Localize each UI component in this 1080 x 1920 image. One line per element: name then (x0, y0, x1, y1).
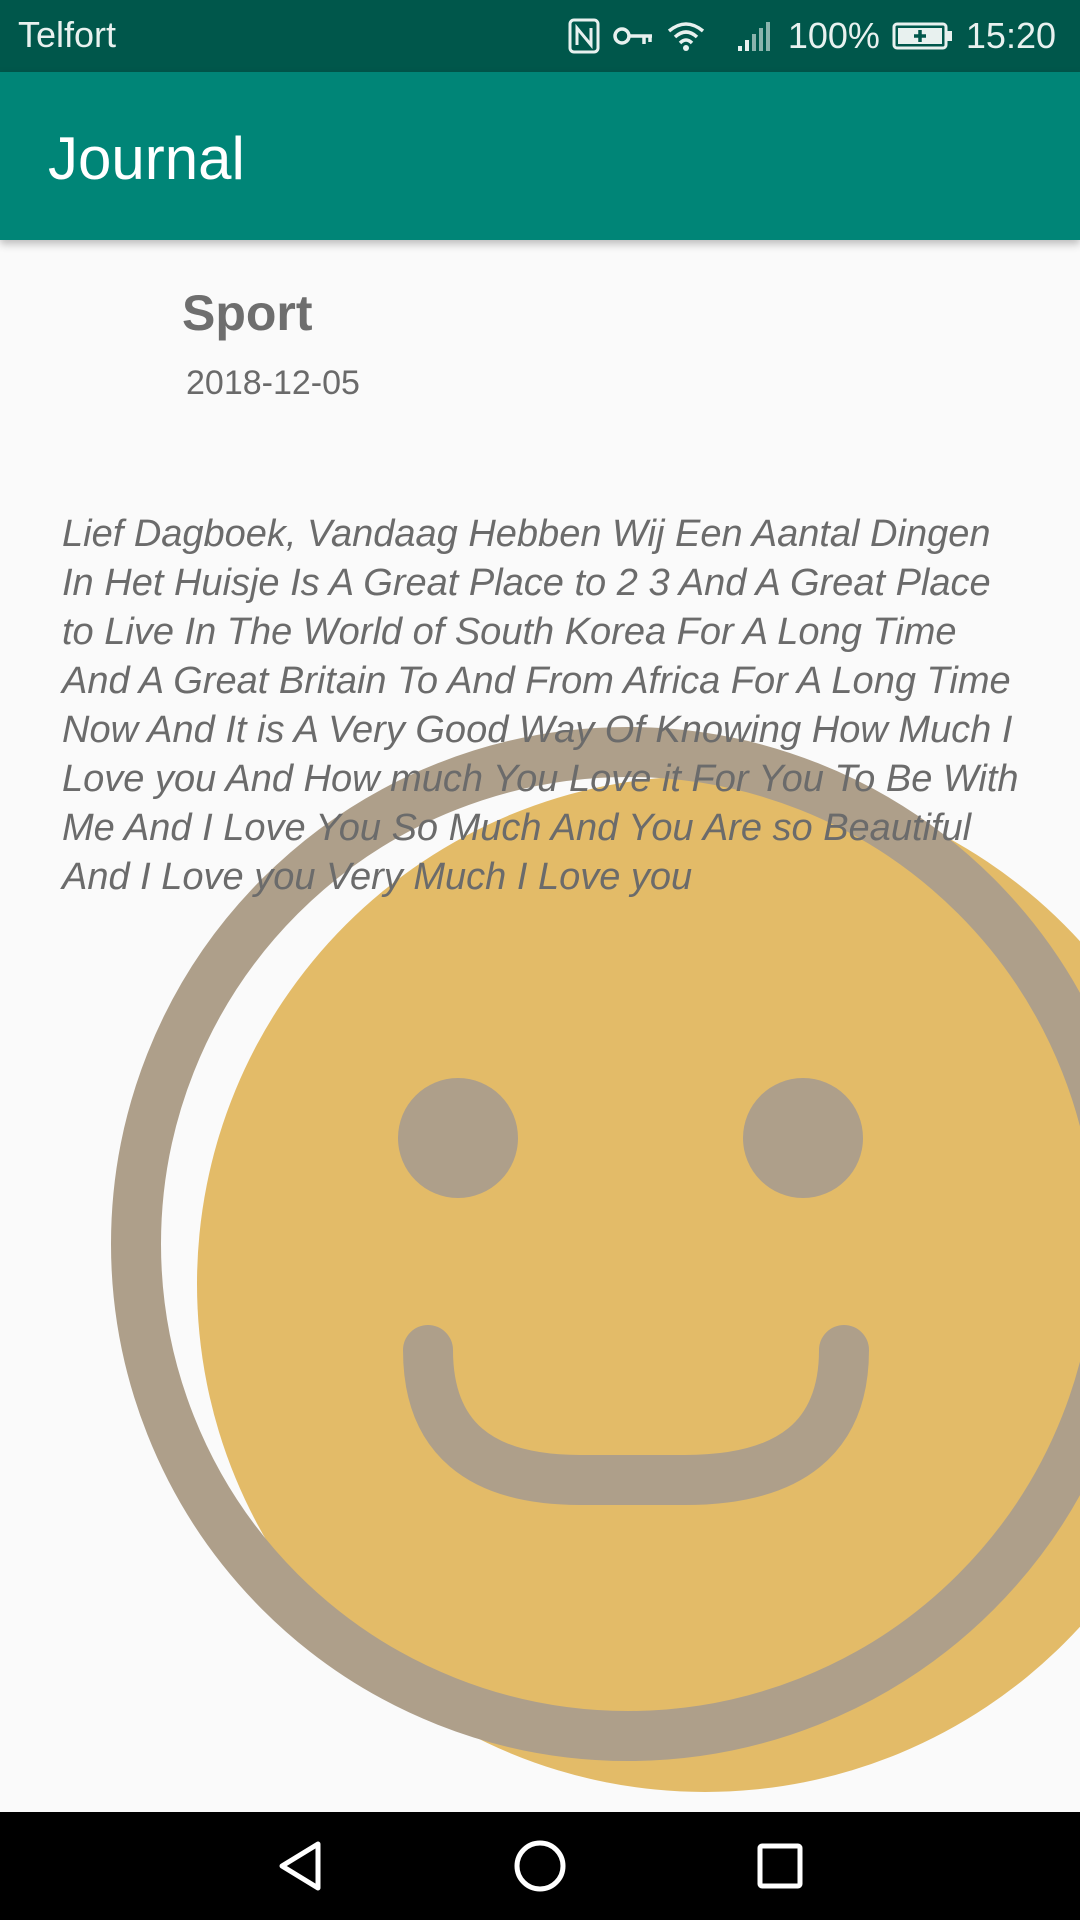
app-bar: Journal (0, 72, 1080, 240)
nfc-icon (568, 18, 600, 54)
battery-percentage: 100% (787, 15, 880, 56)
signal-icon (737, 22, 770, 51)
status-icons: 100% 15:20 (568, 0, 1056, 72)
navigation-bar (0, 1812, 1080, 1920)
smiley-face-icon (111, 727, 1080, 1792)
entry-body: Lief Dagboek, Vandaag Hebben Wij Een Aan… (62, 513, 1019, 898)
home-icon[interactable] (510, 1836, 570, 1896)
wifi-icon (667, 22, 704, 51)
carrier-name: Telfort (18, 14, 117, 55)
back-icon[interactable] (270, 1836, 330, 1896)
app-title: Journal (48, 125, 245, 192)
status-bar: Telfort 100% 15:20 (0, 0, 1080, 72)
battery-charging-icon (892, 22, 952, 50)
screen: Telfort 100% 15:20 Journal Sport 2018-12… (0, 0, 1080, 1920)
entry-title: Sport (182, 285, 313, 341)
journal-entry-detail: Sport 2018-12-05 Lief Dagboek, Vandaag H… (0, 240, 1080, 1812)
recents-icon[interactable] (750, 1836, 810, 1896)
entry-date: 2018-12-05 (186, 364, 360, 402)
clock: 15:20 (965, 15, 1056, 56)
vpn-key-icon (613, 27, 652, 45)
